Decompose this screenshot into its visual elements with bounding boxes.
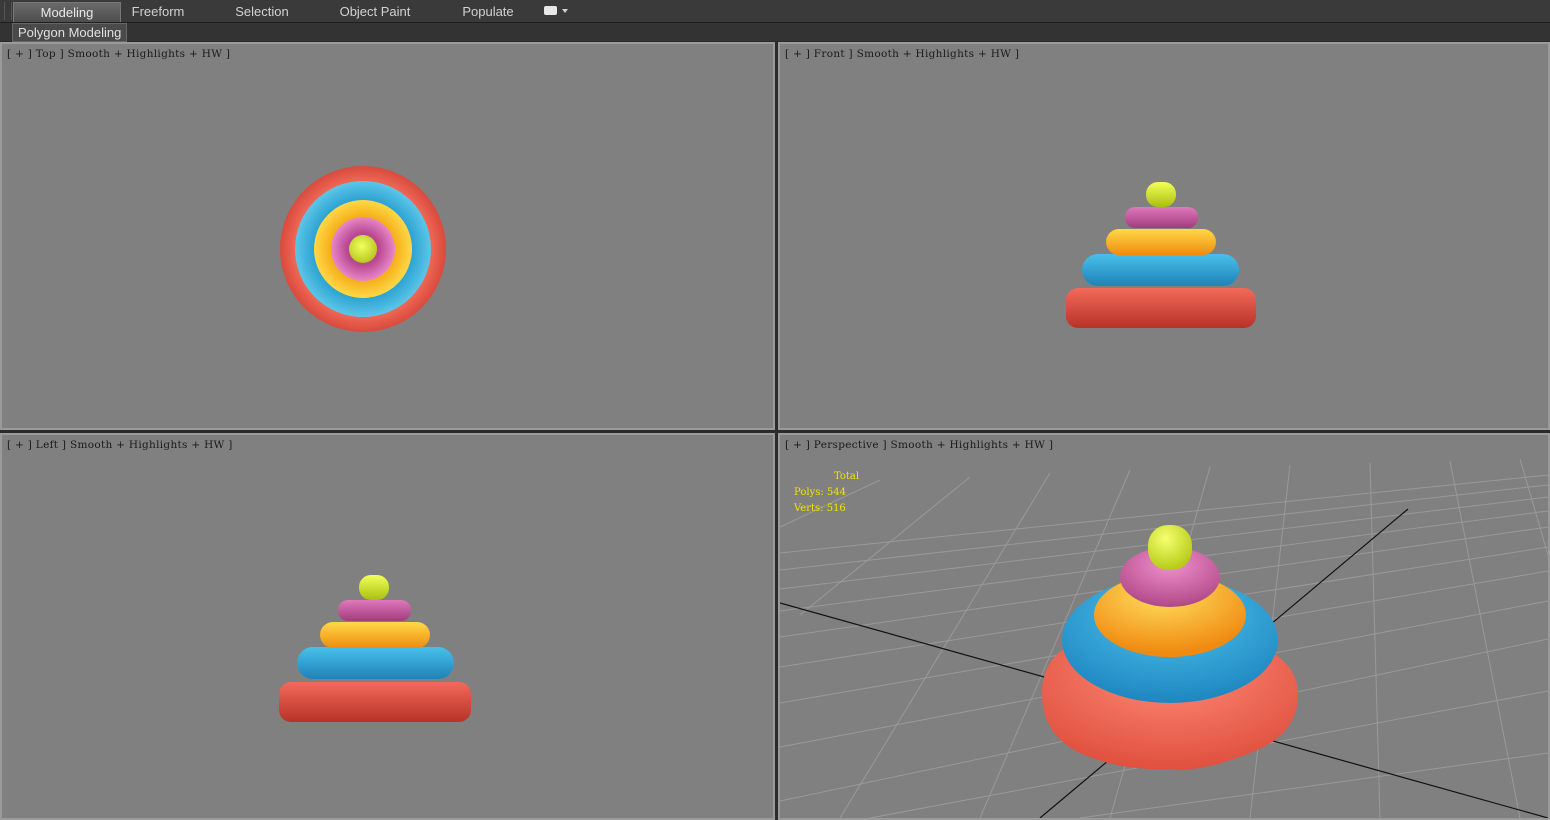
cap-green — [1148, 525, 1192, 570]
viewport-left[interactable]: [ + ] Left ] Smooth + Highlights + HW ] — [0, 433, 775, 820]
ribbon-grip-handle[interactable] — [4, 2, 12, 20]
display-options-icon — [544, 6, 557, 15]
front-view-render — [1066, 182, 1256, 328]
ring-blue — [1082, 254, 1239, 286]
ring-pink — [1125, 207, 1198, 228]
tab-populate[interactable]: Populate — [448, 2, 528, 21]
top-view-render — [280, 166, 446, 332]
ring-blue — [297, 647, 454, 679]
ring-yellow — [320, 622, 430, 648]
tab-modeling[interactable]: Modeling — [13, 2, 121, 22]
scene-statistics: Total Polys: 544 Verts: 516 — [794, 469, 859, 517]
stats-verts: Verts: 516 — [794, 503, 846, 514]
perspective-view-render — [780, 458, 1548, 818]
stats-polys: Polys: 544 — [794, 487, 846, 498]
tab-object-paint[interactable]: Object Paint — [325, 2, 425, 21]
tab-selection[interactable]: Selection — [218, 2, 306, 21]
stats-title: Total — [834, 471, 860, 482]
tab-freeform[interactable]: Freeform — [115, 2, 201, 21]
stacking-rings-left — [279, 575, 471, 722]
left-view-render — [279, 575, 471, 722]
ring-yellow — [1106, 229, 1216, 255]
ring-red — [279, 682, 471, 722]
chevron-down-icon — [562, 9, 568, 13]
stacking-rings-top — [280, 166, 446, 332]
stacking-rings-front — [1066, 182, 1256, 328]
ribbon-tab-bar: Modeling Freeform Selection Object Paint… — [0, 0, 1550, 23]
cap-green — [359, 575, 389, 600]
viewport-front[interactable]: [ + ] Front ] Smooth + Highlights + HW ] — [778, 42, 1550, 430]
ribbon-panel-strip: Polygon Modeling — [0, 23, 1550, 42]
viewport-top[interactable]: [ + ] Top ] Smooth + Highlights + HW ] — [0, 42, 775, 430]
ring-pink — [338, 600, 411, 621]
stacking-rings-perspective — [1042, 525, 1298, 770]
cap-green — [349, 235, 377, 263]
ribbon-options-button[interactable] — [544, 6, 570, 18]
viewport-perspective[interactable]: [ + ] Perspective ] Smooth + Highlights … — [778, 433, 1550, 820]
cap-green — [1146, 182, 1176, 207]
polygon-modeling-panel-button[interactable]: Polygon Modeling — [12, 23, 128, 42]
ring-red — [1066, 288, 1256, 328]
